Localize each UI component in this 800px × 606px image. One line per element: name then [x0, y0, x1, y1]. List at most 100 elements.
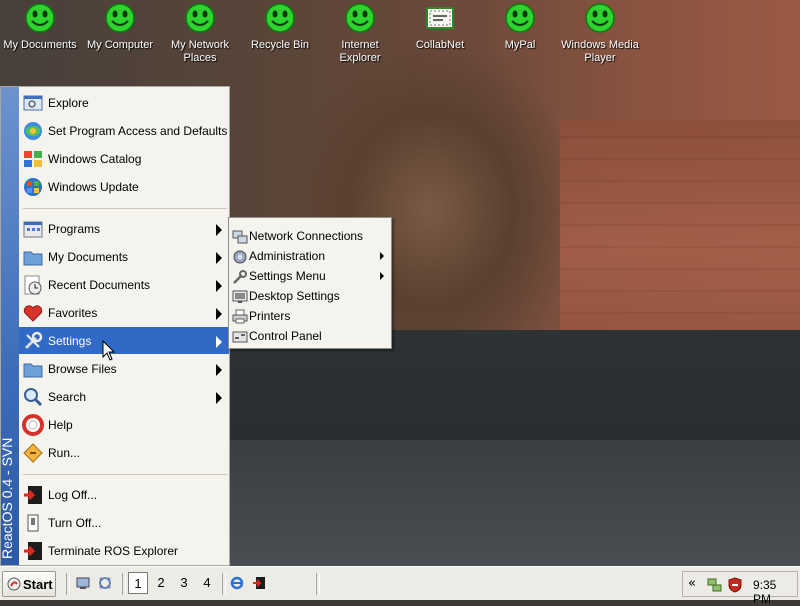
- taskbar-separator: [316, 573, 320, 595]
- settings-submenu: Network Connections Administration Setti…: [228, 217, 392, 349]
- desktop-icon-recycle-bin[interactable]: Recycle Bin: [240, 2, 320, 52]
- menu-item-label: Recent Documents: [48, 278, 151, 292]
- taskbar: Start 1 2 3 4 « 9:35 PM: [0, 566, 800, 606]
- administration-icon: [233, 250, 247, 264]
- security-shield-icon[interactable]: [727, 577, 743, 593]
- start-button[interactable]: Start: [2, 571, 56, 597]
- menu-item-label: Favorites: [48, 306, 98, 320]
- desktop-icon-label: MyPal: [504, 39, 536, 51]
- menu-item-label: Set Program Access and Defaults: [48, 124, 228, 138]
- submenu-item-printers[interactable]: Printers: [230, 306, 390, 326]
- submenu-arrow-icon: [216, 252, 222, 264]
- submenu-arrow-icon: [216, 392, 222, 404]
- menu-item-run[interactable]: Run...: [19, 439, 229, 466]
- desktop-icon-label: CollabNet: [415, 39, 465, 51]
- submenu-item-desktop-settings[interactable]: Desktop Settings: [230, 286, 390, 306]
- menu-item-turn-off[interactable]: Turn Off...: [19, 509, 229, 536]
- workspace-button-1[interactable]: 1: [128, 572, 148, 594]
- menu-item-search[interactable]: Search: [19, 383, 229, 410]
- start-menu: ReactOS 0.4 - SVN Explore Set Program Ac…: [0, 86, 230, 566]
- network-status-icon[interactable]: [707, 577, 723, 593]
- taskbar-separator: [222, 573, 226, 595]
- workspace-button-2[interactable]: 2: [151, 572, 171, 594]
- submenu-item-label: Control Panel: [249, 329, 322, 343]
- desktop-icon-label: My Network Places: [170, 39, 230, 64]
- explorer-quicklaunch-icon[interactable]: [98, 576, 112, 590]
- workspace-button-4[interactable]: 4: [197, 572, 217, 594]
- terminate-icon: [24, 542, 42, 560]
- menu-item-set-program-access[interactable]: Set Program Access and Defaults: [19, 117, 229, 144]
- programs-icon: [23, 221, 43, 238]
- submenu-item-administration[interactable]: Administration: [230, 246, 390, 266]
- terminate-quicklaunch-icon[interactable]: [252, 576, 266, 590]
- submenu-arrow-icon: [216, 336, 222, 348]
- submenu-item-label: Desktop Settings: [249, 289, 340, 303]
- menu-item-favorites[interactable]: Favorites: [19, 299, 229, 326]
- desktop-icon-my-network-places[interactable]: My Network Places: [160, 2, 240, 65]
- menu-item-label: Browse Files: [48, 362, 117, 376]
- taskbar-separator: [66, 573, 70, 595]
- submenu-item-network-connections[interactable]: Network Connections: [230, 226, 390, 246]
- menu-item-recent-documents[interactable]: Recent Documents: [19, 271, 229, 298]
- explorer-icon: [23, 95, 43, 111]
- desktop-icon-label: My Computer: [86, 39, 154, 51]
- folder-icon: [23, 363, 43, 378]
- menu-item-my-documents[interactable]: My Documents: [19, 243, 229, 270]
- menu-item-settings[interactable]: Settings: [19, 327, 229, 354]
- desktop-settings-icon: [232, 290, 248, 303]
- desktop-icon-internet-explorer[interactable]: Internet Explorer: [320, 2, 400, 65]
- smiley-icon: [25, 3, 55, 33]
- submenu-arrow-icon: [216, 308, 222, 320]
- smiley-icon: [585, 3, 615, 33]
- menu-item-programs[interactable]: Programs: [19, 215, 229, 242]
- start-button-label: Start: [23, 577, 53, 592]
- submenu-item-label: Printers: [249, 309, 291, 323]
- help-icon: [22, 414, 44, 436]
- menu-item-log-off[interactable]: Log Off...: [19, 481, 229, 508]
- submenu-arrow-icon: [380, 252, 384, 260]
- desktop-icon-label: My Documents: [3, 39, 77, 51]
- menu-item-label: Programs: [48, 222, 101, 236]
- menu-separator: [23, 208, 227, 209]
- menu-item-label: Windows Update: [48, 180, 139, 194]
- mouse-cursor-icon: [102, 340, 116, 361]
- submenu-item-control-panel[interactable]: Control Panel: [230, 326, 390, 346]
- show-desktop-icon[interactable]: [76, 576, 90, 590]
- windows-update-icon: [24, 178, 42, 196]
- smiley-icon: [345, 3, 375, 33]
- folder-icon: [23, 251, 43, 266]
- submenu-arrow-icon: [216, 364, 222, 376]
- submenu-item-settings-menu[interactable]: Settings Menu: [230, 266, 390, 286]
- clock[interactable]: 9:35 PM: [753, 578, 797, 606]
- desktop-icon-collabnet[interactable]: CollabNet: [400, 2, 480, 52]
- program-access-icon: [24, 122, 42, 140]
- internet-explorer-icon[interactable]: [230, 576, 244, 590]
- submenu-item-label: Network Connections: [249, 229, 364, 243]
- desktop-icon-my-documents[interactable]: My Documents: [0, 2, 80, 52]
- desktop-icon-my-computer[interactable]: My Computer: [80, 2, 160, 52]
- network-icon: [232, 230, 248, 244]
- os-version-label: ReactOS 0.4 - SVN: [0, 437, 15, 559]
- run-icon: [23, 443, 43, 463]
- desktop-icon-label: Windows Media Player: [561, 39, 639, 64]
- windows-catalog-icon: [24, 151, 42, 167]
- menu-item-terminate-ros-explorer[interactable]: Terminate ROS Explorer: [19, 537, 229, 564]
- menu-item-label: Run...: [48, 446, 81, 460]
- menu-item-explore[interactable]: Explore: [19, 89, 229, 116]
- tray-expand-icon[interactable]: «: [688, 576, 696, 591]
- desktop-icon-windows-media-player[interactable]: Windows Media Player: [560, 2, 640, 65]
- printer-icon: [232, 309, 248, 324]
- menu-separator: [23, 474, 227, 475]
- workspace-button-3[interactable]: 3: [174, 572, 194, 594]
- log-off-icon: [24, 486, 42, 504]
- menu-item-windows-catalog[interactable]: Windows Catalog: [19, 145, 229, 172]
- menu-item-help[interactable]: Help: [19, 411, 229, 438]
- menu-item-label: My Documents: [48, 250, 129, 264]
- menu-item-browse-files[interactable]: Browse Files: [19, 355, 229, 382]
- menu-item-windows-update[interactable]: Windows Update: [19, 173, 229, 200]
- submenu-arrow-icon: [380, 272, 384, 280]
- menu-item-label: Terminate ROS Explorer: [48, 544, 179, 558]
- control-panel-icon: [232, 331, 248, 343]
- menu-item-label: Explore: [48, 96, 89, 110]
- desktop-icon-mypal[interactable]: MyPal: [480, 2, 560, 52]
